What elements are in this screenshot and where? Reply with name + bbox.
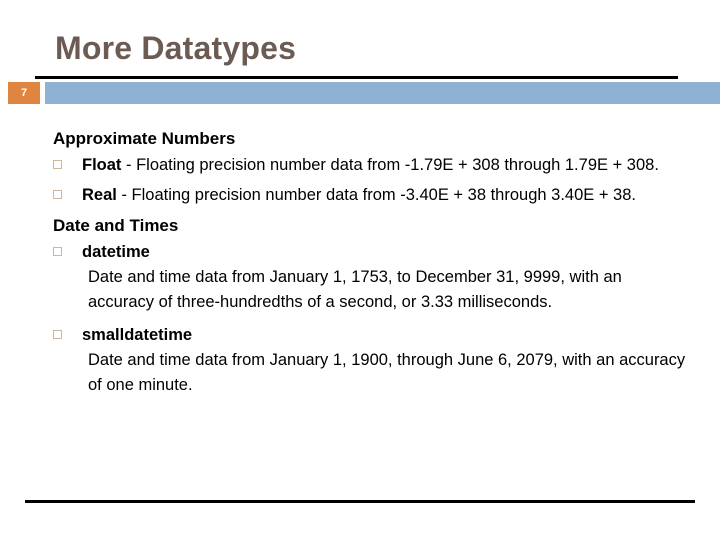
section-heading-approximate-numbers: Approximate Numbers [53,129,236,148]
bullet-text: Float - Floating precision number data f… [82,153,694,178]
slide: More Datatypes 7 Approximate Numbers Flo… [0,0,720,540]
title-divider [35,76,678,79]
square-bullet-icon [53,330,62,339]
square-bullet-icon [53,190,62,199]
list-item: Real - Floating precision number data fr… [53,183,694,208]
bullet-lead-label: Float [82,156,122,174]
header-accent-bar [45,82,720,104]
list-item: Float - Floating precision number data f… [53,153,694,178]
section-heading-date-and-times: Date and Times [53,216,179,235]
bullet-body-text: - Floating precision number data from -3… [116,186,636,204]
square-bullet-icon [53,247,62,256]
bullet-description-datetime: Date and time data from January 1, 1753,… [88,268,622,311]
page-title: More Datatypes [55,30,297,66]
list-item: smalldatetime Date and time data from Ja… [53,323,694,397]
square-bullet-icon [53,160,62,169]
footer-divider [25,500,695,503]
bullet-text: Real - Floating precision number data fr… [82,183,694,208]
slide-number-badge: 7 [8,82,40,104]
bullet-label-datetime: datetime [82,243,150,261]
slide-body: Approximate Numbers Float - Floating pre… [0,126,720,397]
list-item: datetime Date and time data from January… [53,240,694,314]
bullet-description-smalldatetime: Date and time data from January 1, 1900,… [88,351,686,394]
bullet-lead-label: Real [82,186,117,204]
bullet-label-smalldatetime: smalldatetime [82,326,193,344]
bullet-body-text: - Floating precision number data from -1… [121,156,659,174]
